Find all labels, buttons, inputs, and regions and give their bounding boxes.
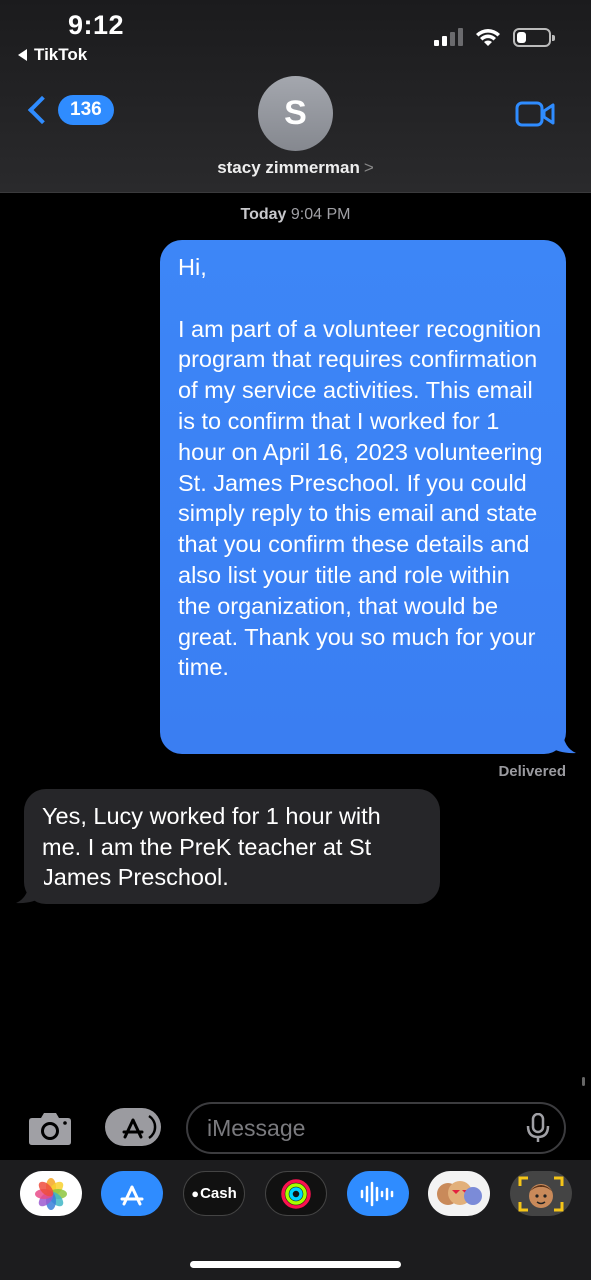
unread-count-badge: 136 <box>58 95 114 125</box>
outgoing-bubble-tail <box>548 730 576 754</box>
scroll-indicator[interactable] <box>582 1077 585 1086</box>
apple-logo-icon: ● <box>191 1186 200 1201</box>
contact-name[interactable]: stacy zimmerman > <box>0 158 591 178</box>
chevron-right-icon: > <box>363 158 374 177</box>
status-time: 9:12 <box>68 10 125 40</box>
fitness-rings-icon <box>281 1178 311 1209</box>
apps-button[interactable] <box>105 1108 161 1146</box>
imessage-input[interactable]: iMessage <box>186 1102 566 1154</box>
microphone-icon[interactable] <box>525 1113 551 1143</box>
incoming-bubble-tail <box>16 880 44 904</box>
timestamp-time: 9:04 PM <box>290 206 351 223</box>
chevron-left-icon <box>27 95 57 125</box>
battery-icon <box>513 27 555 47</box>
back-to-app-button[interactable]: TikTok <box>18 45 87 65</box>
message-timestamp: Today 9:04 PM <box>0 206 591 224</box>
timestamp-day: Today <box>240 206 287 223</box>
wifi-icon <box>476 29 500 46</box>
fitness-app-button[interactable] <box>265 1171 327 1216</box>
audio-message-icon <box>360 1181 394 1206</box>
battery-fill <box>517 31 526 43</box>
back-triangle-icon <box>18 49 27 61</box>
memoji-stickers-app-button[interactable] <box>428 1171 490 1216</box>
conversation-header: 9:12 TikTok 136 S stacy zimmerman > <box>0 0 591 193</box>
camera-icon[interactable] <box>28 1110 72 1146</box>
memoji-app-button[interactable] <box>510 1171 572 1216</box>
home-indicator[interactable] <box>190 1261 401 1268</box>
app-store-icon <box>120 1185 144 1205</box>
audio-message-app-button[interactable] <box>347 1171 409 1216</box>
delivery-status: Delivered <box>498 763 566 780</box>
facetime-video-icon[interactable] <box>515 100 555 128</box>
back-app-label: TikTok <box>34 45 88 64</box>
imessage-placeholder: iMessage <box>207 1114 306 1141</box>
contact-name-label: stacy zimmerman <box>217 158 360 177</box>
contact-avatar[interactable]: S <box>258 76 333 151</box>
memoji-icon <box>518 1176 564 1211</box>
photos-app-button[interactable] <box>20 1171 82 1216</box>
avatar-initial: S <box>284 94 307 132</box>
apple-cash-label: Cash <box>200 1185 237 1202</box>
status-icons <box>434 27 555 47</box>
cellular-signal-icon <box>434 28 463 46</box>
photos-icon <box>35 1177 67 1210</box>
back-button[interactable]: 136 <box>24 95 114 125</box>
memoji-stickers-icon <box>437 1180 482 1205</box>
app-store-app-button[interactable] <box>101 1171 163 1216</box>
app-store-icon <box>122 1114 157 1140</box>
incoming-message-bubble[interactable]: Yes, Lucy worked for 1 hour with me. I a… <box>24 789 440 904</box>
apple-cash-app-button[interactable]: ● Cash <box>183 1171 245 1216</box>
outgoing-message-bubble[interactable]: Hi, I am part of a volunteer recognition… <box>160 240 566 754</box>
